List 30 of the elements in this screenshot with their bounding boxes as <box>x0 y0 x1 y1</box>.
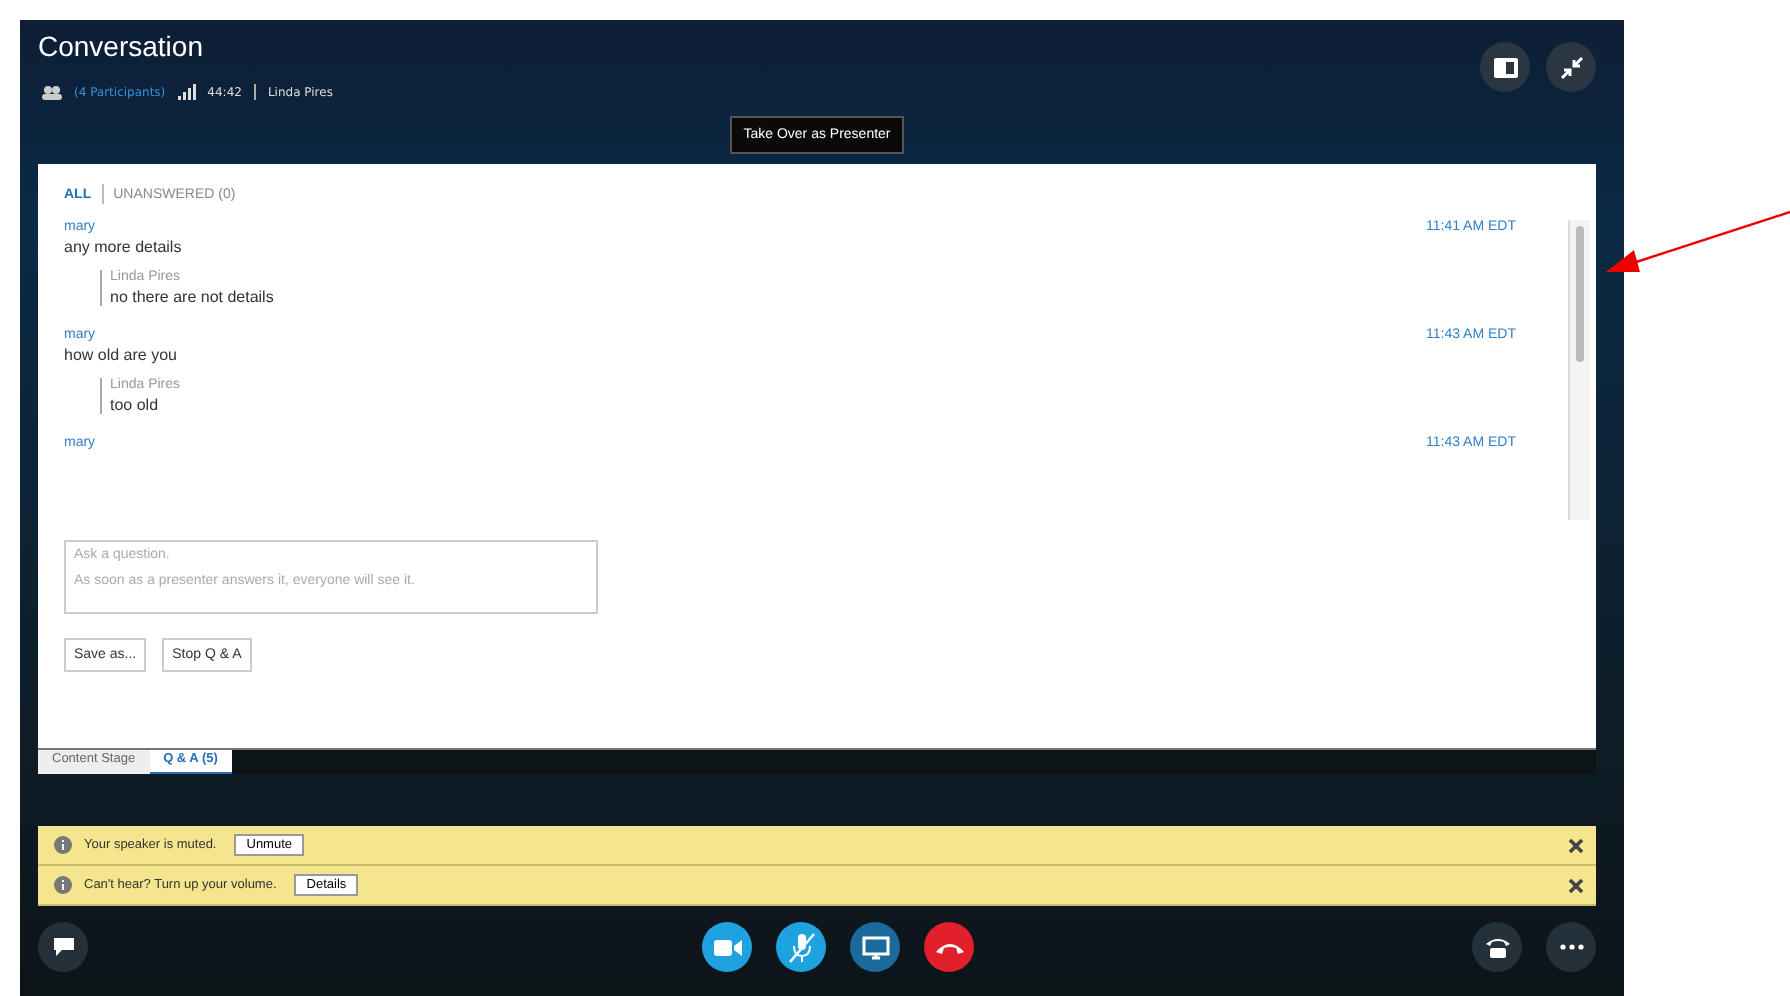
more-button[interactable] <box>1546 922 1596 972</box>
close-icon[interactable] <box>1568 837 1584 853</box>
info-icon <box>54 876 72 894</box>
question-text: any more details <box>64 238 184 256</box>
collapse-button[interactable] <box>1546 42 1596 92</box>
layout-icon <box>1493 57 1517 77</box>
close-icon[interactable] <box>1568 877 1584 893</box>
mic-muted-button[interactable] <box>776 922 826 972</box>
answer-text: too old <box>110 396 161 414</box>
layout-button[interactable] <box>1480 42 1530 92</box>
hang-up-icon <box>933 939 965 955</box>
chat-icon <box>51 936 75 958</box>
question-text: how old are you <box>64 346 179 364</box>
hangup-button[interactable] <box>924 922 974 972</box>
monitor-icon <box>861 935 889 959</box>
phone-button[interactable] <box>1472 922 1522 972</box>
more-icon <box>1559 944 1583 950</box>
info-icon <box>54 836 72 854</box>
collapse-icon <box>1559 55 1583 79</box>
phone-icon <box>1483 935 1511 959</box>
signal-icon <box>177 84 196 100</box>
window-title: Conversation <box>38 30 205 62</box>
video-camera-icon <box>713 937 741 957</box>
answer-text: no there are not details <box>110 288 276 306</box>
chat-button[interactable] <box>38 922 88 972</box>
video-button[interactable] <box>702 922 752 972</box>
muted-microphone-icon <box>787 931 815 963</box>
screen-button[interactable] <box>850 922 900 972</box>
scrollbar[interactable] <box>1568 220 1590 520</box>
participants-icon <box>42 84 62 100</box>
